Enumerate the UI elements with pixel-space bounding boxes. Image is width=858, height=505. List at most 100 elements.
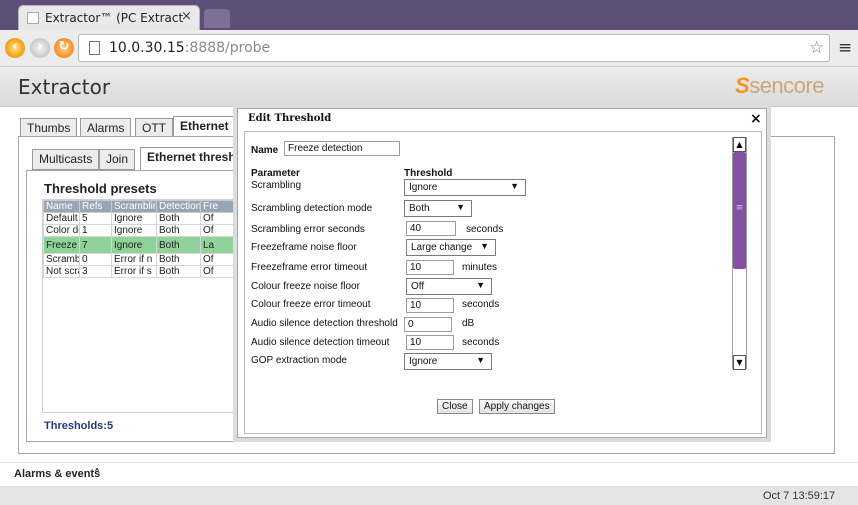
sencore-logo: Ssencore [735,73,824,99]
scrambling-value: Ignore [409,182,438,193]
presets-column-header[interactable]: Scramblin [111,200,157,213]
dropdown-arrow-icon: ▼ [476,355,485,365]
new-tab-button[interactable] [204,9,230,28]
threshold-column-header: Threshold [404,168,453,179]
table-cell: Ignore [111,236,157,254]
tab-title: Extractor™ (PC Extract [45,11,184,25]
table-cell: Default [43,212,80,225]
logo-mark-icon: S [735,73,750,98]
scrambling-detection-mode-value: Both [409,203,430,214]
app-title: Extractor [18,75,111,99]
address-bar[interactable]: 10.0.30.15:8888/probe ☆ [78,34,830,62]
scroll-down-icon[interactable]: ▼ [733,355,746,370]
audio-silence-threshold-input[interactable]: 0 [404,317,452,332]
scrambling-select[interactable]: Ignore ▼ [404,179,526,196]
table-cell: La [200,236,238,254]
forward-arrow-icon: › [37,39,43,54]
presets-column-header[interactable]: Detection [156,200,201,213]
table-cell: 0 [79,253,112,266]
table-cell: Both [156,236,201,254]
reload-button[interactable]: ↻ [54,38,74,58]
colour-freeze-error-timeout-unit: seconds [462,299,500,310]
name-input[interactable]: Freeze detection [284,141,400,156]
table-cell: Error if s [111,265,157,278]
browser-tab[interactable]: Extractor™ (PC Extract × [18,5,200,30]
back-button[interactable]: ‹ [5,38,25,58]
browser-menu-icon[interactable]: ≡ [838,38,852,58]
table-cell: Both [156,253,201,266]
name-label: Name [251,145,279,156]
table-cell: Both [156,212,201,225]
presets-column-header[interactable]: Refs [79,200,112,213]
presets-column-header[interactable]: Name [43,200,80,213]
freezeframe-noise-floor-value: Large change [411,242,473,253]
table-cell: Not scrar [43,265,80,278]
table-row[interactable]: Not scrar3Error if sBothOf [43,265,238,278]
audio-silence-timeout-unit: seconds [462,337,500,348]
table-cell: Both [156,265,201,278]
scrambling-error-seconds-unit: seconds [466,224,504,235]
tab-join[interactable]: Join [99,149,136,170]
status-clock: Oct 7 13:59:17 [763,490,836,502]
table-cell: 7 [79,236,112,254]
dropdown-arrow-icon: ▼ [480,241,489,251]
dropdown-arrow-icon: ▼ [456,202,465,212]
status-bar [0,486,858,505]
param-scrambling-detection-mode-label: Scrambling detection mode [251,203,373,214]
param-scrambling-error-seconds-label: Scrambling error seconds [251,224,365,235]
tab-close-icon[interactable]: × [181,9,192,24]
param-colour-freeze-noise-floor-label: Colour freeze noise floor [251,281,360,292]
table-cell: Of [200,265,238,278]
scroll-up-icon[interactable]: ▲ [733,137,746,152]
freezeframe-noise-floor-select[interactable]: Large change ▼ [406,239,496,256]
freezeframe-error-timeout-input[interactable]: 10 [406,260,454,275]
apply-changes-button[interactable]: Apply changes [479,399,555,414]
presets-table: Name Refs Scramblin Detection Fre Default 5 Ig… [43,200,238,278]
alarms-events-bar [0,462,858,486]
table-row[interactable]: Color det1IgnoreBothOf [43,224,238,237]
colour-freeze-noise-floor-select[interactable]: Off ▼ [406,278,492,295]
table-row[interactable]: Scramble0Error if nBothOf [43,253,238,266]
table-cell: Color det [43,224,80,237]
gop-extraction-mode-select[interactable]: Ignore ▼ [404,353,492,370]
table-cell: Both [156,224,201,237]
table-cell: Of [200,224,238,237]
presets-table-wrap: Name Refs Scramblin Detection Fre Default 5 Ig… [43,200,238,280]
close-button[interactable]: Close [437,399,473,414]
page-favicon-icon [27,12,39,24]
param-gop-extraction-mode-label: GOP extraction mode [251,355,347,366]
browser-titlebar: Extractor™ (PC Extract × [0,0,858,30]
dropdown-arrow-icon: ▼ [510,181,519,191]
bookmark-star-icon[interactable]: ☆ [809,38,824,58]
browser-toolbar: ‹ › ↻ 10.0.30.15:8888/probe ☆ ≡ [0,30,858,67]
colour-freeze-error-timeout-input[interactable]: 10 [406,298,454,313]
back-arrow-icon: ‹ [12,39,18,54]
app-header: Extractor Ssencore [0,67,858,107]
audio-silence-threshold-unit: dB [462,318,475,329]
table-row[interactable]: Default 5 Ignore Both Of [43,212,238,225]
table-row[interactable]: Freeze d7IgnoreBothLa [43,236,238,254]
presets-column-header[interactable]: Fre [200,200,238,213]
table-cell: 3 [79,265,112,278]
gop-extraction-mode-value: Ignore [409,356,438,367]
tab-multicasts[interactable]: Multicasts [32,149,100,170]
alarms-events-label[interactable]: Alarms & events [14,468,100,480]
dialog-title: Edit Threshold [248,113,332,124]
scrambling-error-seconds-input[interactable]: 40 [406,221,456,236]
table-cell: Error if n [111,253,157,266]
tab-ethernet[interactable]: Ethernet [173,116,236,138]
forward-button[interactable]: › [30,38,50,58]
chevron-up-icon[interactable]: ˄ [94,467,100,481]
dialog-close-icon[interactable]: × [750,111,762,127]
url-path: :8888/probe [184,40,271,56]
table-cell: Freeze d [43,236,80,254]
presets-header-row: Name Refs Scramblin Detection Fre [43,200,238,213]
tab-ethernet-thresholds[interactable]: Ethernet thresh. [140,147,247,170]
audio-silence-timeout-input[interactable]: 10 [406,335,454,350]
scrambling-detection-mode-select[interactable]: Both ▼ [404,200,472,217]
table-cell: Of [200,253,238,266]
table-cell: 1 [79,224,112,237]
table-cell: Ignore [111,224,157,237]
table-cell: Scramble [43,253,80,266]
url-host: 10.0.30.15 [109,40,185,56]
